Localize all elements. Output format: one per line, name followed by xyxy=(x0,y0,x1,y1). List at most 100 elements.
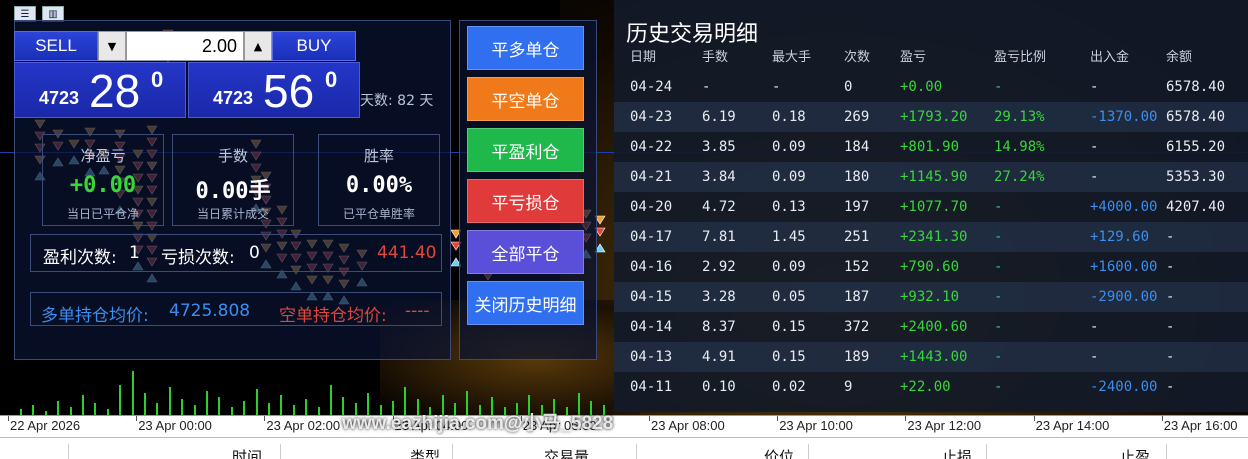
bid-quote[interactable]: 4723 28 0 xyxy=(14,62,186,118)
history-column-header: 出入金 xyxy=(1090,50,1130,65)
close-history-button[interactable]: 关闭历史明细 xyxy=(467,281,584,325)
time-axis: 22 Apr 2026 23 Apr 00:00 23 Apr 02:00 23 Ap… xyxy=(0,415,1248,437)
history-cell: 251 xyxy=(844,229,870,245)
history-table: 日期 手数 最大手 次数 盈亏 盈亏比例 出入金 余额 04-24 - - 0 +0.00 - - 6578.… xyxy=(614,44,1248,402)
history-cell: +790.60 xyxy=(900,259,960,275)
history-cell: 04-16 xyxy=(630,259,673,275)
long-avg-label: 多单持仓均价: xyxy=(41,306,149,326)
history-row[interactable]: 04-22 3.85 0.09 184 +801.90 14.98% - 6155.20 xyxy=(614,132,1248,162)
history-cell: +1600.00 xyxy=(1090,259,1158,275)
history-cell: - xyxy=(1090,169,1099,185)
trade-list-column-header[interactable]: 类型 xyxy=(410,446,440,459)
time-tick-mark xyxy=(8,416,9,421)
avg-price-row: 多单持仓均价: 4725.808 空单持仓均价: ---- xyxy=(30,292,442,326)
history-row[interactable]: 04-11 0.10 0.02 9 +22.00- -2400.00- xyxy=(614,372,1248,402)
history-row[interactable]: 04-15 3.28 0.05 187 +932.10- -2900.00- xyxy=(614,282,1248,312)
history-cell: - xyxy=(994,319,1003,335)
history-cell: 3.84 xyxy=(702,169,736,185)
history-column-header: 盈亏比例 xyxy=(994,50,1047,65)
time-tick-mark xyxy=(905,416,907,421)
ask-quote[interactable]: 4723 56 0 xyxy=(188,62,360,118)
history-cell: 184 xyxy=(844,139,870,155)
close-loss-button[interactable]: 平亏损仓 xyxy=(467,179,584,223)
history-cell: +129.60 xyxy=(1090,229,1150,245)
history-cell: 3.28 xyxy=(702,289,736,305)
history-cell: 5353.30 xyxy=(1166,169,1226,185)
history-cell: -2900.00 xyxy=(1090,289,1158,305)
history-cell: 27.24% xyxy=(994,169,1045,185)
lot-size-input[interactable]: 2.00 xyxy=(126,31,244,61)
close-profit-button[interactable]: 平盈利仓 xyxy=(467,128,584,172)
history-row[interactable]: 04-21 3.84 0.09 180 +1145.90 27.24% - 5353.30 xyxy=(614,162,1248,192)
history-cell: - xyxy=(994,229,1003,245)
stat-value: 0.00手 xyxy=(195,179,271,204)
volume-bar xyxy=(144,393,146,415)
ask-price-point: 0 xyxy=(325,67,338,92)
history-cell: 0.09 xyxy=(772,169,806,185)
history-cell: 6.19 xyxy=(702,109,736,125)
volume-bar xyxy=(193,405,196,415)
stat-lots: 手数 0.00手 当日累计成交 xyxy=(172,134,294,226)
time-tick-mark xyxy=(649,416,650,421)
time-tick-label: 23 Apr 16:00 xyxy=(1163,418,1238,433)
stat-subtitle: 已平仓单胜率 xyxy=(342,207,415,221)
history-row[interactable]: 04-23 6.19 0.18 269 +1793.20 29.13% -1370.00 65… xyxy=(614,102,1248,132)
history-cell: - xyxy=(1090,139,1099,155)
history-cell: 04-20 xyxy=(630,199,673,215)
history-cell: 180 xyxy=(844,169,870,185)
time-tick-label: 23 Apr 10:00 xyxy=(779,418,853,433)
history-cell: - xyxy=(1090,319,1099,335)
history-row[interactable]: 04-24 - - 0 +0.00 - - 6578.40 xyxy=(614,72,1248,102)
buy-button[interactable]: BUY xyxy=(272,31,356,61)
close-all-button[interactable]: 全部平仓 xyxy=(467,230,584,274)
history-cell: 04-22 xyxy=(630,139,673,155)
history-column-header: 次数 xyxy=(844,50,871,65)
history-cell: - xyxy=(994,349,1003,365)
lot-decrease-button[interactable]: ▼ xyxy=(98,31,126,61)
history-cell: 04-11 xyxy=(630,379,673,395)
history-cell: 8.37 xyxy=(702,319,736,335)
stat-value: +0.00 xyxy=(69,173,137,198)
ask-price-main: 56 xyxy=(263,65,315,117)
column-divider xyxy=(68,444,69,459)
trade-list-column-header[interactable]: 价位 xyxy=(764,446,794,459)
lot-increase-button[interactable]: ▲ xyxy=(244,31,272,61)
trade-list-column-header[interactable]: 止盈 xyxy=(1120,446,1150,459)
history-row[interactable]: 04-14 8.37 0.15 372 +2400.60 - - - xyxy=(614,312,1248,342)
sell-button[interactable]: SELL xyxy=(14,31,98,61)
trade-list-column-header[interactable]: 交易量 xyxy=(544,446,589,459)
ask-price-prefix: 4723 xyxy=(213,88,254,108)
time-tick-label: 23 Apr 00:00 xyxy=(138,418,212,433)
column-divider xyxy=(808,444,809,459)
volume-bar xyxy=(69,407,72,415)
history-row[interactable]: 04-17 7.81 1.45 251 +2341.30- +129.60- xyxy=(614,222,1248,252)
volume-bar xyxy=(119,385,122,415)
column-divider xyxy=(1166,444,1167,459)
history-cell: 269 xyxy=(844,109,870,125)
volume-bar xyxy=(317,407,320,415)
stat-subtitle: 当日累计成交 xyxy=(196,207,269,221)
history-row[interactable]: 04-20 4.72 0.13 197 +1077.70 - +4000.00 4207.40 xyxy=(614,192,1248,222)
time-tick-label: 22 Apr 2026 xyxy=(10,418,81,433)
volume-bar xyxy=(168,387,171,415)
stat-subtitle: 当日已平仓净 xyxy=(66,207,139,221)
trade-list-column-header[interactable]: 止损 xyxy=(942,446,972,459)
close-short-button[interactable]: 平空单仓 xyxy=(467,77,584,121)
volume-bar xyxy=(330,385,332,415)
loss-count-value: 0 xyxy=(249,243,260,263)
trade-list-column-header[interactable]: 时间 xyxy=(232,446,262,459)
close-long-button[interactable]: 平多单仓 xyxy=(467,26,584,70)
loss-count-label: 亏损次数: xyxy=(161,248,235,268)
win-count-value: 1 xyxy=(129,243,140,263)
history-cell: 4207.40 xyxy=(1166,199,1226,215)
volume-bar xyxy=(131,371,134,415)
volume-bar xyxy=(292,405,295,415)
history-column-header: 最大手 xyxy=(772,50,812,65)
history-row[interactable]: 04-13 4.91 0.15 189 +1443.00 - - - xyxy=(614,342,1248,372)
history-cell: 04-15 xyxy=(630,289,673,305)
history-cell: - xyxy=(1166,319,1175,335)
history-cell: 3.85 xyxy=(702,139,736,155)
history-row[interactable]: 04-16 2.92 0.09 152 +790.60- +1600.00- xyxy=(614,252,1248,282)
history-cell: +1145.90 xyxy=(900,169,968,185)
time-tick-mark xyxy=(264,416,266,421)
